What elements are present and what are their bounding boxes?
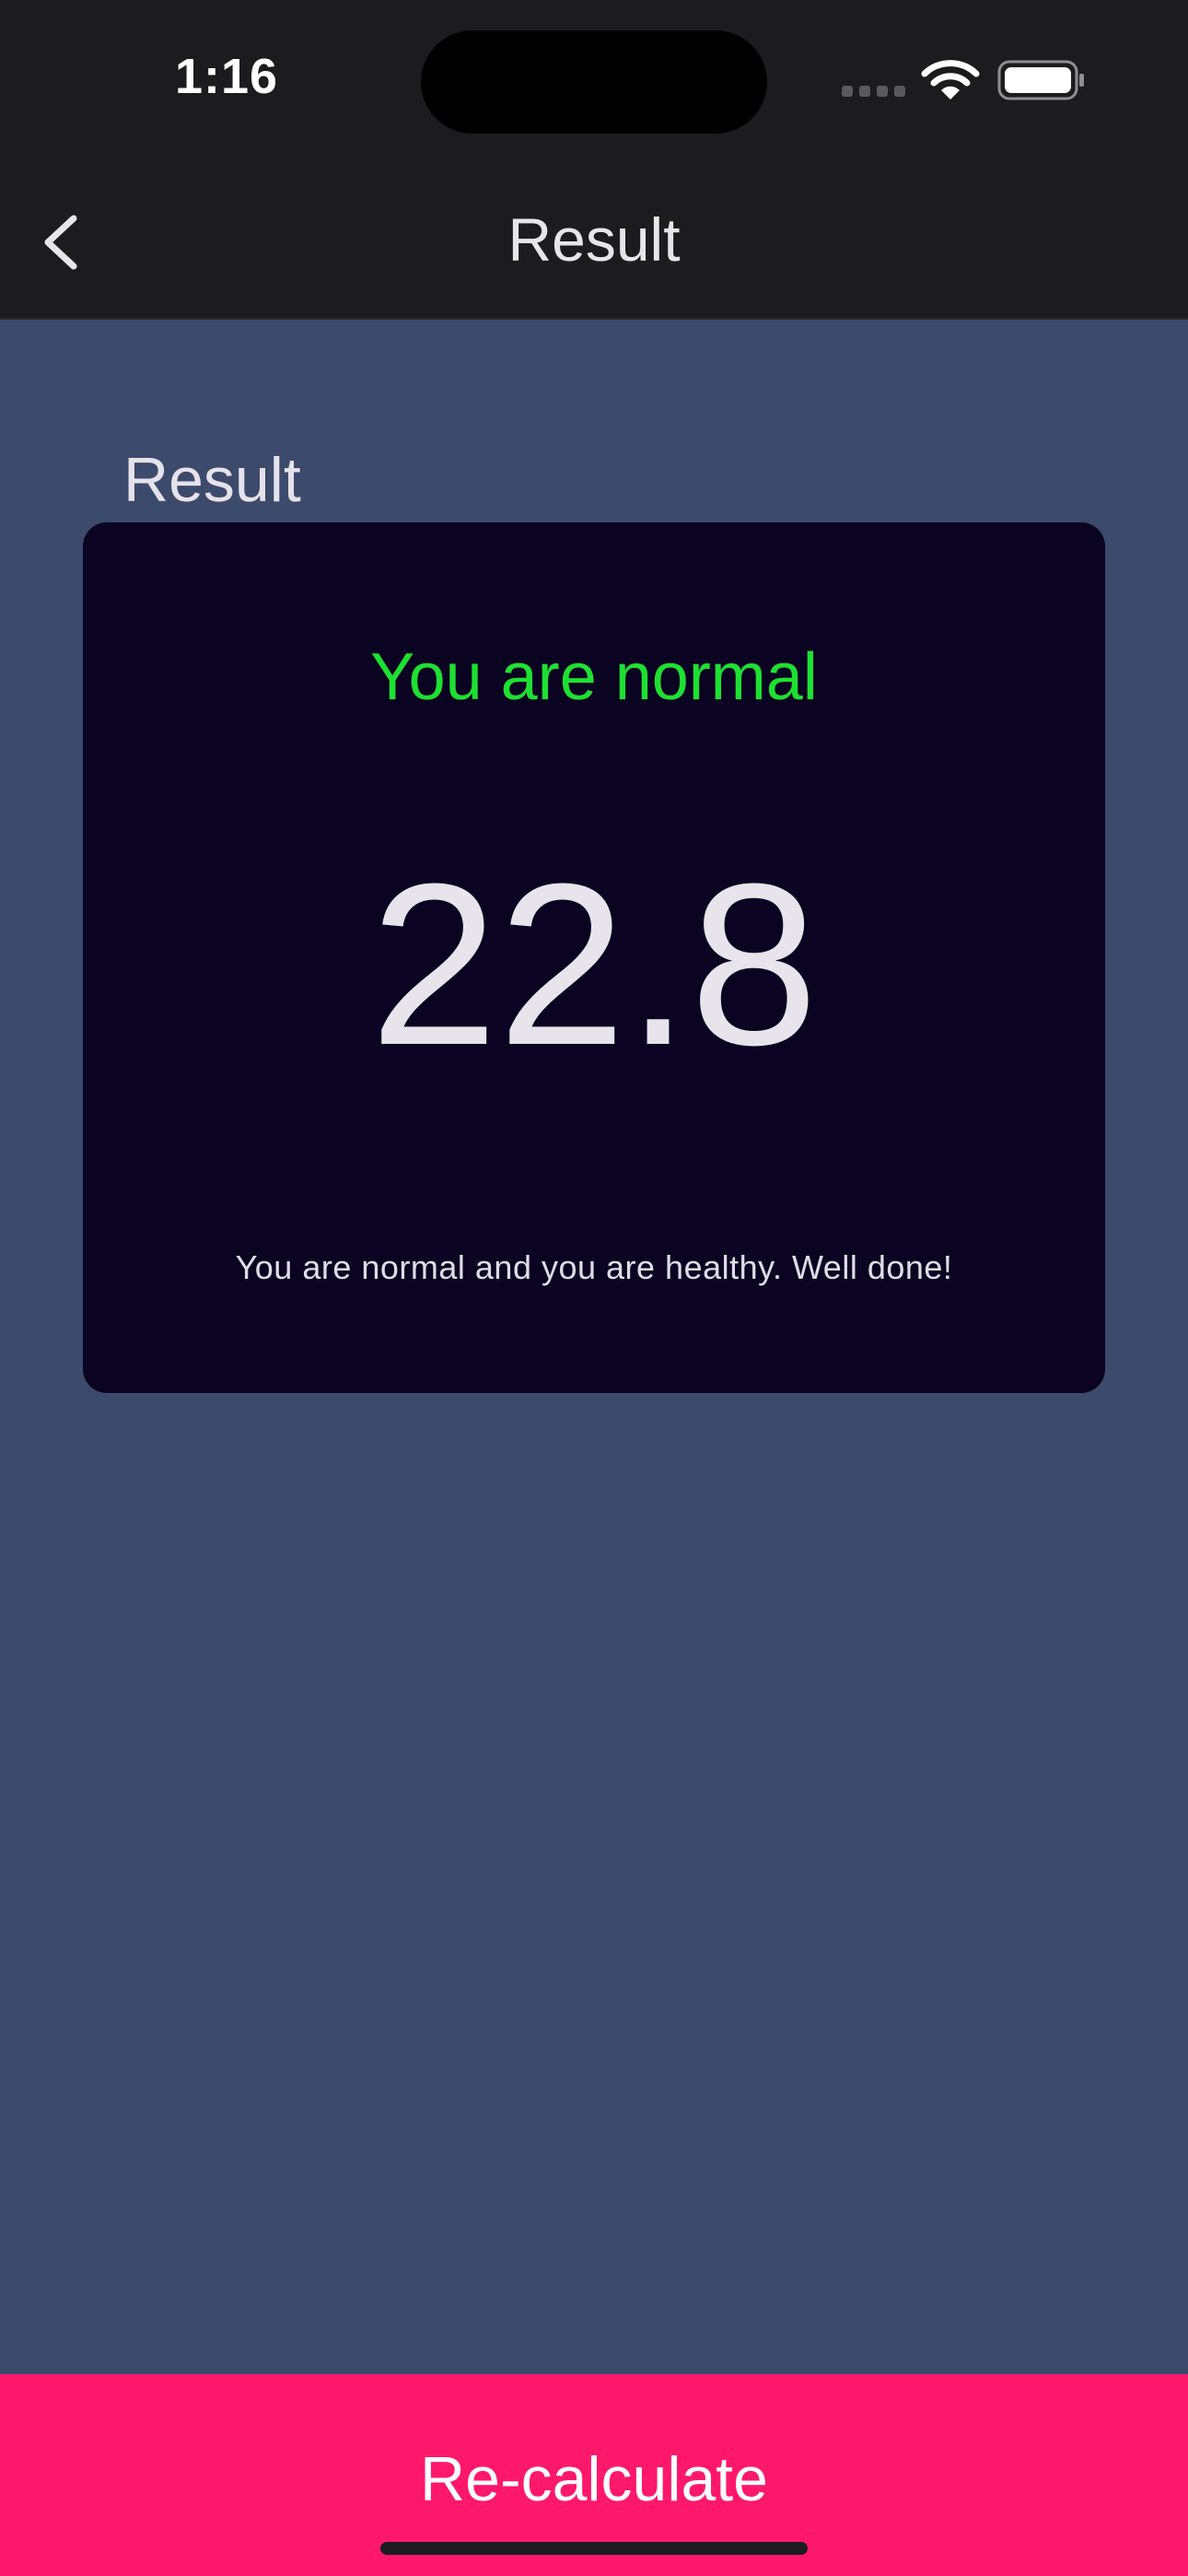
bmi-advice-text: You are normal and you are healthy. Well… <box>235 1248 953 1286</box>
bmi-value: 22.8 <box>369 836 819 1093</box>
result-card: You are normal 22.8 You are normal and y… <box>83 522 1105 1393</box>
battery-icon <box>997 60 1084 100</box>
home-indicator <box>380 2542 808 2555</box>
wifi-icon <box>921 60 980 100</box>
signal-icon <box>842 86 905 97</box>
status-time: 1:16 <box>175 49 279 104</box>
page-title: Result <box>507 205 681 274</box>
bmi-status-label: You are normal <box>370 640 818 714</box>
recalculate-button-label[interactable]: Re-calculate <box>0 2443 1188 2515</box>
dynamic-island <box>421 30 767 134</box>
section-heading: Result <box>123 445 301 515</box>
